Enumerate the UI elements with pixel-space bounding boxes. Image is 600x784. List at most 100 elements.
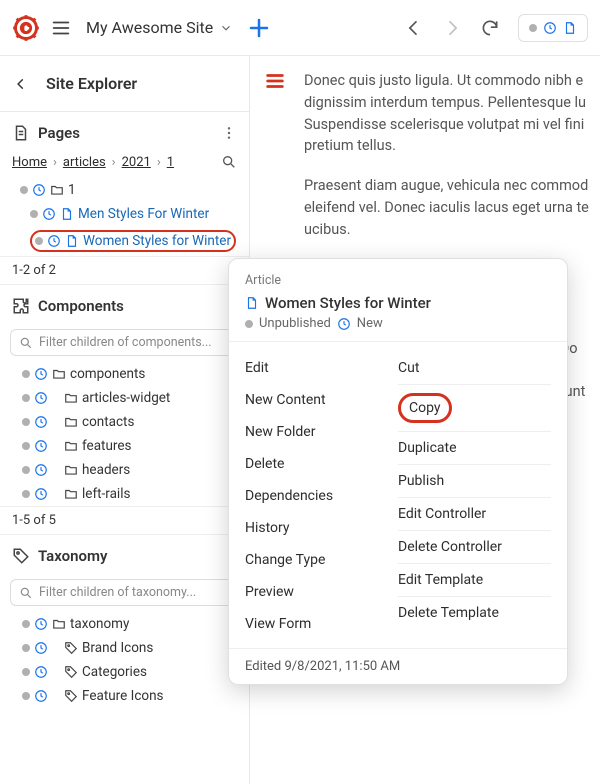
component-label: left-rails [82, 486, 130, 502]
top-bar: C My Awesome Site [0, 0, 600, 56]
back-icon[interactable] [404, 18, 424, 38]
component-label: features [82, 438, 131, 454]
clock-icon [42, 207, 56, 221]
menu-item[interactable]: New Folder [245, 416, 398, 448]
page-icon [65, 234, 79, 248]
menu-item[interactable]: Cut [398, 352, 551, 385]
folder-icon [64, 391, 78, 405]
taxonomy-section-head[interactable]: Taxonomy [0, 535, 249, 573]
clock-icon [34, 367, 48, 381]
taxonomy-filter[interactable]: Filter children of taxonomy... [10, 579, 239, 606]
site-selector[interactable]: My Awesome Site [86, 18, 233, 37]
menu-item[interactable]: Publish [398, 465, 551, 498]
status-dot-icon [22, 418, 30, 426]
clock-icon [34, 415, 48, 429]
taxonomy-item[interactable]: Categories [0, 660, 249, 684]
menu-item[interactable]: Edit Template [398, 564, 551, 597]
folder-icon [64, 439, 78, 453]
components-filter[interactable]: Filter children of components... [10, 329, 239, 356]
status-dot-icon [22, 466, 30, 474]
menu-item[interactable]: Edit Controller [398, 498, 551, 531]
folder-icon [52, 367, 66, 381]
folder-icon [64, 487, 78, 501]
menu-item[interactable]: Delete Controller [398, 531, 551, 564]
component-item[interactable]: contacts [0, 410, 249, 434]
status-dot-icon [22, 692, 30, 700]
filter-placeholder: Filter children of components... [39, 335, 212, 350]
context-menu: Article Women Styles for Winter Unpublis… [228, 258, 568, 685]
taxonomy-label: Feature Icons [82, 688, 164, 704]
menu-item[interactable]: Delete [245, 448, 398, 480]
status-dot-icon [245, 320, 253, 328]
menu-item[interactable]: Duplicate [398, 432, 551, 465]
search-icon [19, 336, 33, 350]
menu-item[interactable]: View Form [245, 608, 398, 640]
side-header: Site Explorer [0, 56, 249, 112]
forward-icon[interactable] [442, 18, 462, 38]
crumb[interactable]: 2021 [122, 155, 151, 170]
menu-item[interactable]: Change Type [245, 544, 398, 576]
tree-label: 1 [68, 182, 76, 198]
component-item[interactable]: headers [0, 458, 249, 482]
tree-label: Women Styles for Winter [83, 233, 231, 249]
menu-icon[interactable] [50, 17, 72, 39]
tree-item[interactable]: 1 [0, 178, 249, 202]
status-dot-icon [22, 668, 30, 676]
taxonomy-item[interactable]: Brand Icons [0, 636, 249, 660]
crumb[interactable]: articles [63, 155, 106, 170]
page-icon [563, 21, 577, 35]
menu-item[interactable]: Delete Template [398, 597, 551, 629]
folder-icon [64, 463, 78, 477]
clock-icon [543, 21, 557, 35]
menu-item[interactable]: Edit [245, 352, 398, 384]
popup-status: Unpublished New [229, 316, 567, 342]
menu-item[interactable]: Preview [245, 576, 398, 608]
search-icon[interactable] [221, 154, 237, 170]
component-item[interactable]: articles-widget [0, 386, 249, 410]
taxonomy-label: Brand Icons [82, 640, 153, 656]
status-dot-icon [22, 490, 30, 498]
clock-icon [34, 463, 48, 477]
status-dot-icon [22, 394, 30, 402]
clock-icon [337, 317, 351, 331]
chevron-down-icon [219, 21, 233, 35]
tree-item-highlighted[interactable]: Women Styles for Winter [0, 226, 249, 256]
component-item[interactable]: left-rails [0, 482, 249, 506]
tree-item[interactable]: Men Styles For Winter [0, 202, 249, 226]
components-label: Components [38, 297, 124, 315]
taxonomy-label: Categories [82, 664, 147, 680]
back-chevron-icon[interactable] [14, 77, 28, 91]
menu-item[interactable]: New Content [245, 384, 398, 416]
tag-icon [12, 547, 30, 565]
status-pill[interactable] [518, 14, 588, 42]
clock-icon [34, 641, 48, 655]
menu-item[interactable]: Dependencies [245, 480, 398, 512]
page-icon [60, 207, 74, 221]
status-dot-icon [20, 186, 28, 194]
pages-section-head[interactable]: Pages [0, 112, 249, 150]
chevron-right-icon: › [112, 155, 116, 170]
taxonomy-item[interactable]: Feature Icons [0, 684, 249, 708]
crumb[interactable]: 1 [167, 155, 174, 170]
site-name-label: My Awesome Site [86, 18, 213, 37]
refresh-icon[interactable] [480, 18, 500, 38]
component-item[interactable]: components [0, 362, 249, 386]
clock-icon [34, 689, 48, 703]
crumb[interactable]: Home [12, 155, 47, 170]
content-menu-icon[interactable] [264, 70, 286, 92]
components-section-head[interactable]: Components [0, 285, 249, 323]
add-icon[interactable] [247, 16, 271, 40]
component-item[interactable]: features [0, 434, 249, 458]
chevron-right-icon: › [157, 155, 161, 170]
taxonomy-item[interactable]: taxonomy [0, 612, 249, 636]
filter-placeholder: Filter children of taxonomy... [39, 585, 196, 600]
tag-icon [64, 689, 78, 703]
menu-item[interactable]: Copy [398, 385, 551, 432]
pages-icon [12, 124, 30, 142]
clock-icon [34, 617, 48, 631]
components-counter: 1-5 of 5 [0, 506, 249, 535]
ellipsis-icon[interactable] [221, 125, 237, 141]
menu-item[interactable]: History [245, 512, 398, 544]
popup-edited: Edited 9/8/2021, 11:50 AM [229, 648, 567, 684]
popup-title-text: Women Styles for Winter [265, 294, 431, 312]
